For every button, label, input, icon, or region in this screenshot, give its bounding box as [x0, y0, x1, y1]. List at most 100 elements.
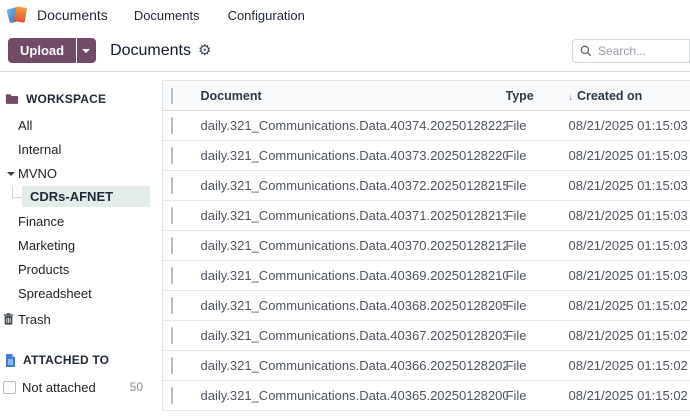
attached-to-title: ATTACHED TO	[23, 353, 109, 367]
document-created-on: 08/21/2025 01:15:02	[563, 351, 690, 381]
document-type: File	[506, 381, 563, 411]
column-header-created-on[interactable]: ↓Created on	[563, 81, 690, 111]
table-row[interactable]: daily.321_Communications.Data.40369.2025…	[163, 261, 690, 291]
gear-icon[interactable]: ⚙	[198, 43, 211, 58]
sidebar-item-mvno-label: MVNO	[18, 162, 57, 186]
documents-table: Document Type ↓Created on daily.321_Comm…	[162, 80, 690, 411]
sidebar-item-finance[interactable]: Finance	[0, 210, 150, 234]
document-name: daily.321_Communications.Data.40371.2025…	[201, 201, 506, 231]
row-checkbox[interactable]	[171, 237, 173, 254]
row-checkbox[interactable]	[171, 117, 173, 134]
document-name: daily.321_Communications.Data.40366.2025…	[201, 351, 506, 381]
documents-app-icon[interactable]	[8, 6, 28, 24]
document-created-on: 08/21/2025 01:15:03	[563, 141, 690, 171]
search-box[interactable]	[572, 39, 690, 63]
document-name: daily.321_Communications.Data.40368.2025…	[201, 291, 506, 321]
tree-elbow	[12, 186, 22, 198]
document-name: daily.321_Communications.Data.40374.2025…	[201, 111, 506, 141]
document-created-on: 08/21/2025 01:15:02	[563, 321, 690, 351]
sidebar-item-trash[interactable]: Trash	[0, 307, 150, 331]
menu-documents[interactable]: Documents	[134, 8, 200, 23]
sidebar-item-spreadsheet[interactable]: Spreadsheet	[0, 282, 150, 306]
document-created-on: 08/21/2025 01:15:03	[563, 171, 690, 201]
sidebar-item-marketing[interactable]: Marketing	[0, 234, 150, 258]
folder-icon	[5, 93, 19, 105]
table-row[interactable]: daily.321_Communications.Data.40365.2025…	[163, 381, 690, 411]
search-icon	[580, 45, 592, 57]
table-row[interactable]: daily.321_Communications.Data.40373.2025…	[163, 141, 690, 171]
table-row[interactable]: daily.321_Communications.Data.40374.2025…	[163, 111, 690, 141]
not-attached-count: 50	[130, 380, 143, 394]
document-type: File	[506, 111, 563, 141]
sidebar-item-all[interactable]: All	[0, 114, 150, 138]
file-icon	[5, 354, 16, 367]
row-checkbox[interactable]	[171, 297, 173, 314]
document-created-on: 08/21/2025 01:15:03	[563, 201, 690, 231]
document-name: daily.321_Communications.Data.40365.2025…	[201, 381, 506, 411]
row-checkbox[interactable]	[171, 357, 173, 374]
column-header-type[interactable]: Type	[506, 81, 563, 111]
document-created-on: 08/21/2025 01:15:03	[563, 261, 690, 291]
not-attached-label: Not attached	[22, 380, 96, 395]
column-header-document[interactable]: Document	[201, 81, 506, 111]
document-name: daily.321_Communications.Data.40372.2025…	[201, 171, 506, 201]
document-type: File	[506, 171, 563, 201]
document-type: File	[506, 201, 563, 231]
trash-label: Trash	[18, 312, 51, 327]
chevron-down-icon	[7, 172, 15, 180]
document-type: File	[506, 291, 563, 321]
select-all-checkbox[interactable]	[171, 88, 173, 104]
workspace-section-header: WORKSPACE	[0, 92, 150, 106]
table-row[interactable]: daily.321_Communications.Data.40371.2025…	[163, 201, 690, 231]
document-name: daily.321_Communications.Data.40370.2025…	[201, 231, 506, 261]
document-name: daily.321_Communications.Data.40367.2025…	[201, 321, 506, 351]
document-list-area: Document Type ↓Created on daily.321_Comm…	[150, 72, 690, 415]
sidebar-item-internal[interactable]: Internal	[0, 138, 150, 162]
sidebar-item-cdrs-afnet-label: CDRs-AFNET	[22, 186, 150, 207]
workspace-title: WORKSPACE	[26, 92, 106, 106]
document-type: File	[506, 321, 563, 351]
document-name: daily.321_Communications.Data.40369.2025…	[201, 261, 506, 291]
top-navbar: Documents Documents Configuration	[0, 0, 690, 30]
attached-to-header: ATTACHED TO	[0, 353, 150, 367]
row-checkbox[interactable]	[171, 147, 173, 164]
document-type: File	[506, 351, 563, 381]
table-row[interactable]: daily.321_Communications.Data.40372.2025…	[163, 171, 690, 201]
table-header-row: Document Type ↓Created on	[163, 81, 690, 111]
row-checkbox[interactable]	[171, 267, 173, 284]
sidebar: WORKSPACE All Internal MVNO CDRs-AFNET F…	[0, 72, 150, 415]
document-created-on: 08/21/2025 01:15:02	[563, 381, 690, 411]
control-panel: Upload Documents ⚙	[0, 30, 690, 72]
row-checkbox[interactable]	[171, 327, 173, 344]
table-row[interactable]: daily.321_Communications.Data.40370.2025…	[163, 231, 690, 261]
upload-dropdown-toggle[interactable]	[77, 38, 96, 63]
document-name: daily.321_Communications.Data.40373.2025…	[201, 141, 506, 171]
menu-configuration[interactable]: Configuration	[228, 8, 305, 23]
not-attached-checkbox[interactable]	[3, 381, 16, 394]
app-name[interactable]: Documents	[37, 7, 108, 23]
breadcrumb-title: Documents	[110, 42, 191, 60]
document-type: File	[506, 231, 563, 261]
document-type: File	[506, 261, 563, 291]
table-row[interactable]: daily.321_Communications.Data.40366.2025…	[163, 351, 690, 381]
document-created-on: 08/21/2025 01:15:03	[563, 111, 690, 141]
attached-to-section: ATTACHED TO Not attached 50	[0, 353, 150, 399]
table-row[interactable]: daily.321_Communications.Data.40367.2025…	[163, 321, 690, 351]
sidebar-item-products[interactable]: Products	[0, 258, 150, 282]
trash-icon	[3, 313, 14, 325]
sidebar-item-mvno[interactable]: MVNO	[0, 162, 150, 186]
search-input[interactable]	[598, 44, 678, 58]
document-created-on: 08/21/2025 01:15:02	[563, 291, 690, 321]
main-area: WORKSPACE All Internal MVNO CDRs-AFNET F…	[0, 72, 690, 415]
filter-not-attached[interactable]: Not attached 50	[0, 375, 150, 399]
logo-orange-shape	[14, 6, 27, 23]
row-checkbox[interactable]	[171, 177, 173, 194]
row-checkbox[interactable]	[171, 387, 173, 404]
sort-desc-icon: ↓	[569, 92, 574, 102]
row-checkbox[interactable]	[171, 207, 173, 224]
upload-button[interactable]: Upload	[8, 38, 76, 63]
document-type: File	[506, 141, 563, 171]
sidebar-item-cdrs-afnet[interactable]: CDRs-AFNET	[0, 186, 150, 207]
table-row[interactable]: daily.321_Communications.Data.40368.2025…	[163, 291, 690, 321]
document-created-on: 08/21/2025 01:15:03	[563, 231, 690, 261]
